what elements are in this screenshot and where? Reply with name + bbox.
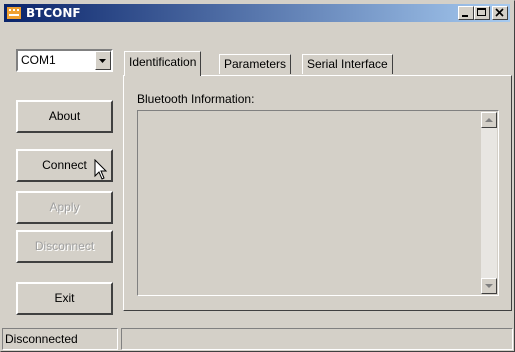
tab-serial-interface[interactable]: Serial Interface	[302, 54, 393, 74]
status-message	[121, 328, 513, 350]
scroll-down-button[interactable]	[481, 278, 497, 294]
disconnect-button[interactable]: Disconnect	[16, 230, 113, 263]
maximize-button[interactable]	[474, 6, 490, 20]
close-button[interactable]	[492, 6, 508, 20]
maximize-icon	[477, 8, 486, 16]
about-button[interactable]: About	[16, 100, 113, 133]
scroll-down-icon	[485, 284, 493, 288]
port-select-value: COM1	[21, 53, 56, 67]
exit-button[interactable]: Exit	[16, 282, 113, 315]
title-bar[interactable]: BTCONF	[4, 4, 510, 22]
port-select[interactable]: COM1	[16, 49, 113, 72]
scroll-up-icon	[485, 118, 493, 122]
port-dropdown-button[interactable]	[95, 51, 111, 70]
bluetooth-info-box[interactable]	[137, 110, 499, 296]
apply-button[interactable]: Apply	[16, 191, 113, 224]
main-window: BTCONF COM1 About Connect Apply Disconne…	[0, 0, 515, 352]
scroll-up-button[interactable]	[481, 112, 497, 128]
app-icon	[7, 7, 21, 19]
tab-identification[interactable]: Identification	[124, 51, 202, 76]
window-title: BTCONF	[26, 6, 81, 20]
tab-parameters[interactable]: Parameters	[219, 54, 292, 74]
status-connection: Disconnected	[2, 328, 118, 350]
minimize-icon	[462, 15, 468, 17]
mouse-pointer-icon	[94, 159, 108, 180]
minimize-button[interactable]	[458, 6, 474, 20]
close-icon	[495, 8, 504, 17]
vertical-scrollbar[interactable]	[481, 112, 497, 294]
bluetooth-info-label: Bluetooth Information:	[137, 92, 255, 106]
dropdown-arrow-icon	[99, 59, 106, 63]
